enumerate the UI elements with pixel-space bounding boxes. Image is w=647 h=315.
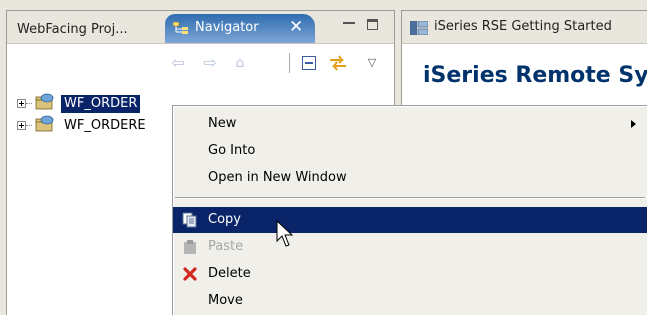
menu-item-move[interactable]: Move (173, 288, 647, 314)
toolbar-separator (289, 53, 290, 73)
forward-arrow-icon[interactable]: ⇨ (199, 52, 221, 74)
paste-icon (184, 240, 196, 254)
navigator-toolbar: ⇦ ⇨ ⌂ ▽ (7, 44, 394, 82)
menu-item-label: Open in New Window (208, 170, 347, 185)
menu-item-label: Go Into (208, 143, 256, 158)
menu-item-open-in-new-window[interactable]: Open in New Window (173, 165, 647, 191)
submenu-arrow-icon (631, 120, 636, 128)
tree-connector (26, 103, 32, 104)
menu-item-label: Copy (208, 212, 241, 227)
delete-icon (183, 267, 197, 281)
copy-icon (182, 212, 197, 228)
tab-navigator[interactable]: Navigator ✕ (165, 14, 315, 43)
tree-connector (26, 125, 32, 126)
tree-item-label: WF_ORDERE (64, 118, 146, 133)
mouse-cursor-icon (276, 220, 294, 247)
back-arrow-icon[interactable]: ⇦ (167, 52, 189, 74)
menu-item-copy[interactable]: Copy (173, 207, 647, 233)
menu-item-label: New (208, 116, 237, 131)
getting-started-icon (410, 21, 428, 35)
menu-item-label: Move (208, 293, 243, 308)
project-folder-icon (35, 93, 54, 110)
expand-icon[interactable] (17, 99, 26, 108)
minimize-view-button[interactable] (343, 19, 355, 29)
context-menu: New Go Into Open in New Window Copy Past… (172, 105, 647, 315)
collapse-all-icon[interactable] (298, 52, 320, 74)
tab-webfacing-projects[interactable]: WebFacing Proj... (11, 19, 134, 41)
menu-item-new[interactable]: New (173, 111, 647, 137)
tab-getting-started[interactable]: iSeries RSE Getting Started (434, 19, 612, 34)
view-menu-icon[interactable]: ▽ (361, 52, 383, 74)
tab-navigator-label: Navigator (195, 20, 259, 35)
expand-icon[interactable] (17, 121, 26, 130)
menu-item-go-into[interactable]: Go Into (173, 138, 647, 164)
maximize-view-button[interactable] (367, 19, 378, 30)
link-with-editor-icon[interactable] (327, 52, 349, 74)
project-folder-icon (35, 115, 54, 132)
navigator-icon (173, 22, 188, 34)
close-icon[interactable]: ✕ (289, 17, 303, 37)
page-title: iSeries Remote Sy (423, 63, 647, 88)
navigator-tabstrip: WebFacing Proj... Navigator ✕ (7, 11, 394, 44)
tree-item-label: WF_ORDER (61, 95, 141, 113)
menu-separator (175, 197, 645, 199)
go-up-icon[interactable]: ⌂ (229, 52, 251, 74)
editor-tabstrip: iSeries RSE Getting Started (402, 11, 647, 44)
menu-item-label: Paste (208, 239, 244, 254)
menu-item-label: Delete (208, 266, 251, 281)
menu-item-delete[interactable]: Delete (173, 261, 647, 287)
menu-item-paste[interactable]: Paste (173, 234, 647, 260)
